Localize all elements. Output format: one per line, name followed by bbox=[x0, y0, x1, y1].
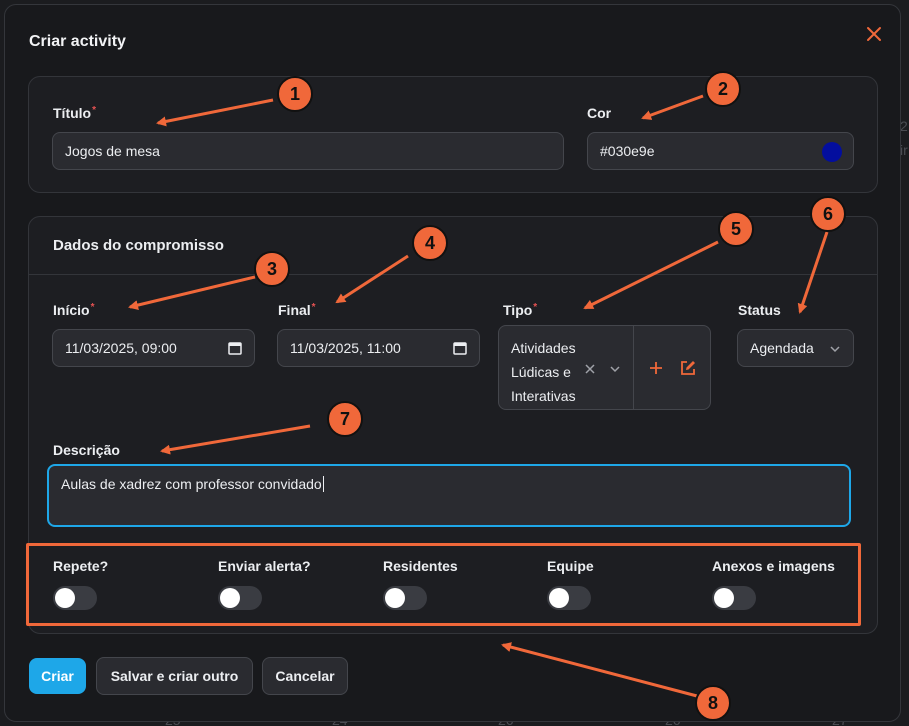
inicio-datetime-input[interactable]: 11/03/2025, 09:00 bbox=[52, 329, 255, 367]
salvar-e-criar-outro-button[interactable]: Salvar e criar outro bbox=[96, 657, 253, 695]
annotation-badge-7: 7 bbox=[327, 401, 363, 437]
inicio-value: 11/03/2025, 09:00 bbox=[65, 340, 177, 356]
criar-button[interactable]: Criar bbox=[29, 658, 86, 694]
chevron-down-icon[interactable] bbox=[609, 364, 621, 374]
annotation-badge-1: 1 bbox=[277, 76, 313, 112]
tipo-value: Atividades Lúdicas e Interativas bbox=[511, 340, 576, 404]
close-icon[interactable] bbox=[863, 23, 885, 45]
final-label: Final* bbox=[278, 302, 316, 318]
cor-label: Cor bbox=[587, 105, 612, 121]
background-text: ir bbox=[900, 142, 908, 158]
status-label: Status bbox=[738, 302, 781, 318]
annotation-highlight-box bbox=[26, 543, 861, 626]
final-value: 11/03/2025, 11:00 bbox=[290, 340, 401, 356]
calendar-icon[interactable] bbox=[228, 341, 242, 355]
color-swatch[interactable] bbox=[822, 142, 842, 162]
tipo-label: Tipo* bbox=[503, 302, 538, 318]
annotation-badge-5: 5 bbox=[718, 211, 754, 247]
status-select[interactable]: Agendada bbox=[737, 329, 854, 367]
modal-title: Criar activity bbox=[29, 33, 126, 50]
edit-icon[interactable] bbox=[679, 359, 697, 377]
status-value: Agendada bbox=[750, 340, 814, 356]
calendar-icon[interactable] bbox=[453, 341, 467, 355]
descricao-label: Descrição bbox=[53, 442, 120, 458]
annotation-badge-2: 2 bbox=[705, 71, 741, 107]
descricao-value: Aulas de xadrez com professor convidado bbox=[61, 476, 322, 492]
annotation-badge-6: 6 bbox=[810, 196, 846, 232]
inicio-label: Início* bbox=[53, 302, 95, 318]
clear-icon[interactable] bbox=[584, 363, 596, 375]
tipo-select[interactable]: Atividades Lúdicas e Interativas bbox=[498, 325, 711, 410]
annotation-badge-8: 8 bbox=[695, 685, 731, 721]
add-icon[interactable] bbox=[649, 361, 663, 375]
color-input[interactable]: #030e9e bbox=[587, 132, 854, 170]
titulo-label: Título* bbox=[53, 105, 97, 121]
section-divider bbox=[29, 274, 877, 275]
background-text: 2 bbox=[900, 118, 908, 134]
tipo-separator bbox=[633, 326, 634, 409]
cancelar-button[interactable]: Cancelar bbox=[262, 657, 348, 695]
color-value: #030e9e bbox=[600, 143, 655, 159]
annotation-badge-3: 3 bbox=[254, 251, 290, 287]
titulo-value: Jogos de mesa bbox=[65, 143, 160, 159]
descricao-textarea[interactable]: Aulas de xadrez com professor convidado bbox=[47, 464, 851, 527]
section-heading: Dados do compromisso bbox=[53, 237, 224, 254]
titulo-input[interactable]: Jogos de mesa bbox=[52, 132, 564, 170]
chevron-down-icon bbox=[830, 346, 840, 353]
final-datetime-input[interactable]: 11/03/2025, 11:00 bbox=[277, 329, 480, 367]
annotation-badge-4: 4 bbox=[412, 225, 448, 261]
